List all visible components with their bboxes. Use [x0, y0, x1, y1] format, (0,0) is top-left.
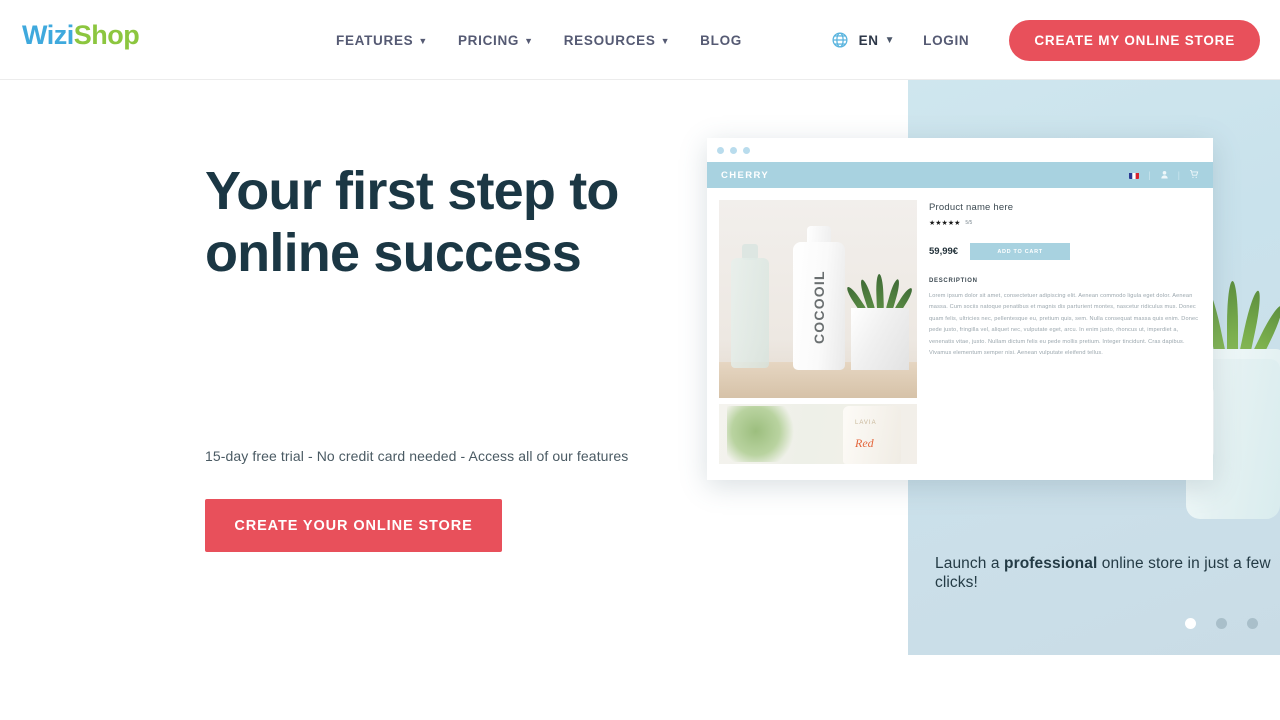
description-body: Lorem ipsum dolor sit amet, consectetuer…	[929, 293, 1199, 357]
store-header-bar: CHERRY | |	[707, 162, 1213, 188]
product-price-row: 59,99€ ADD TO CART	[929, 243, 1199, 260]
globe-icon[interactable]	[831, 31, 849, 49]
product-bottle2-text: Red	[855, 436, 874, 450]
browser-dot-yellow-icon	[730, 146, 737, 154]
hero-subtitle: 15-day free trial - No credit card neede…	[205, 448, 629, 464]
chevron-down-icon: ▼	[524, 35, 534, 46]
panel-caption-bold: professional	[1004, 555, 1098, 573]
store-name: CHERRY	[721, 169, 770, 181]
product-gallery: COCOOIL LAVIA Red	[719, 200, 917, 464]
browser-titlebar	[707, 138, 1213, 162]
nav-item-label: BLOG	[700, 32, 742, 48]
star-icons: ★★★★★	[929, 220, 961, 227]
logo-part-wizi: Wizi	[22, 20, 74, 50]
product-rating: ★★★★★ 5/5	[929, 219, 1199, 227]
product-price: 59,99€	[929, 246, 959, 257]
language-selector[interactable]: EN ▼	[859, 33, 895, 48]
rating-value: 5/5	[965, 220, 973, 226]
nav-item-resources[interactable]: RESOURCES ▼	[564, 33, 670, 48]
description-heading: DESCRIPTION	[929, 278, 978, 284]
product-name: Product name here	[929, 202, 1014, 213]
nav-item-label: RESOURCES	[563, 32, 656, 48]
user-icon[interactable]	[1160, 170, 1169, 181]
logo-part-shop: Shop	[73, 20, 140, 50]
nav-item-label: FEATURES	[336, 32, 414, 48]
nav-item-features[interactable]: FEATURES ▼	[336, 33, 428, 48]
header-actions: EN ▼ LOGIN CREATE MY ONLINE STORE	[831, 0, 1260, 80]
store-preview-mockup: CHERRY | | COCOOIL LAVIA Red Product nam…	[707, 138, 1213, 480]
main-navigation: FEATURES ▼ PRICING ▼ RESOURCES ▼ BLOG	[336, 0, 742, 80]
flag-fr-icon[interactable]	[1129, 172, 1140, 179]
page-title: Your first step to online success	[205, 161, 619, 284]
product-info: Product name here ★★★★★ 5/5 59,99€ ADD T…	[929, 200, 1199, 464]
product-image-main[interactable]: COCOOIL	[719, 200, 917, 398]
product-image-thumb-2[interactable]: LAVIA Red	[719, 404, 917, 464]
store-header-icons: | |	[1129, 169, 1199, 181]
nav-item-pricing[interactable]: PRICING ▼	[458, 33, 534, 48]
chevron-down-icon: ▼	[884, 35, 896, 46]
create-my-online-store-button[interactable]: CREATE MY ONLINE STORE	[1009, 19, 1260, 61]
login-link[interactable]: LOGIN	[923, 33, 969, 48]
browser-dot-red-icon	[717, 146, 724, 154]
add-to-cart-button[interactable]: ADD TO CART	[970, 243, 1071, 260]
panel-caption: Launch a professional online store in ju…	[935, 555, 1280, 593]
product-bottle-brand: COCOOIL	[811, 270, 827, 344]
site-header: WiziShop FEATURES ▼ PRICING ▼ RESOURCES …	[0, 0, 1280, 80]
logo[interactable]: WiziShop	[22, 20, 140, 50]
nav-item-blog[interactable]: BLOG	[700, 33, 742, 48]
cart-icon[interactable]	[1189, 169, 1199, 181]
nav-item-label: PRICING	[457, 32, 520, 48]
carousel-dots[interactable]	[1185, 618, 1258, 629]
create-store-button[interactable]: CREATE YOUR ONLINE STORE	[205, 499, 502, 552]
carousel-dot-3[interactable]	[1247, 618, 1258, 629]
carousel-dot-2[interactable]	[1216, 618, 1227, 629]
product-bottle2-brand: LAVIA	[855, 420, 877, 426]
divider: |	[1148, 170, 1151, 180]
carousel-dot-1[interactable]	[1185, 618, 1196, 629]
browser-dot-green-icon	[743, 146, 750, 154]
chevron-down-icon: ▼	[418, 35, 428, 46]
chevron-down-icon: ▼	[660, 35, 671, 46]
divider: |	[1177, 170, 1180, 180]
store-product-page: COCOOIL LAVIA Red Product name here ★★★★…	[707, 188, 1213, 464]
panel-caption-before: Launch a	[935, 555, 1004, 573]
language-code: EN	[858, 32, 879, 48]
